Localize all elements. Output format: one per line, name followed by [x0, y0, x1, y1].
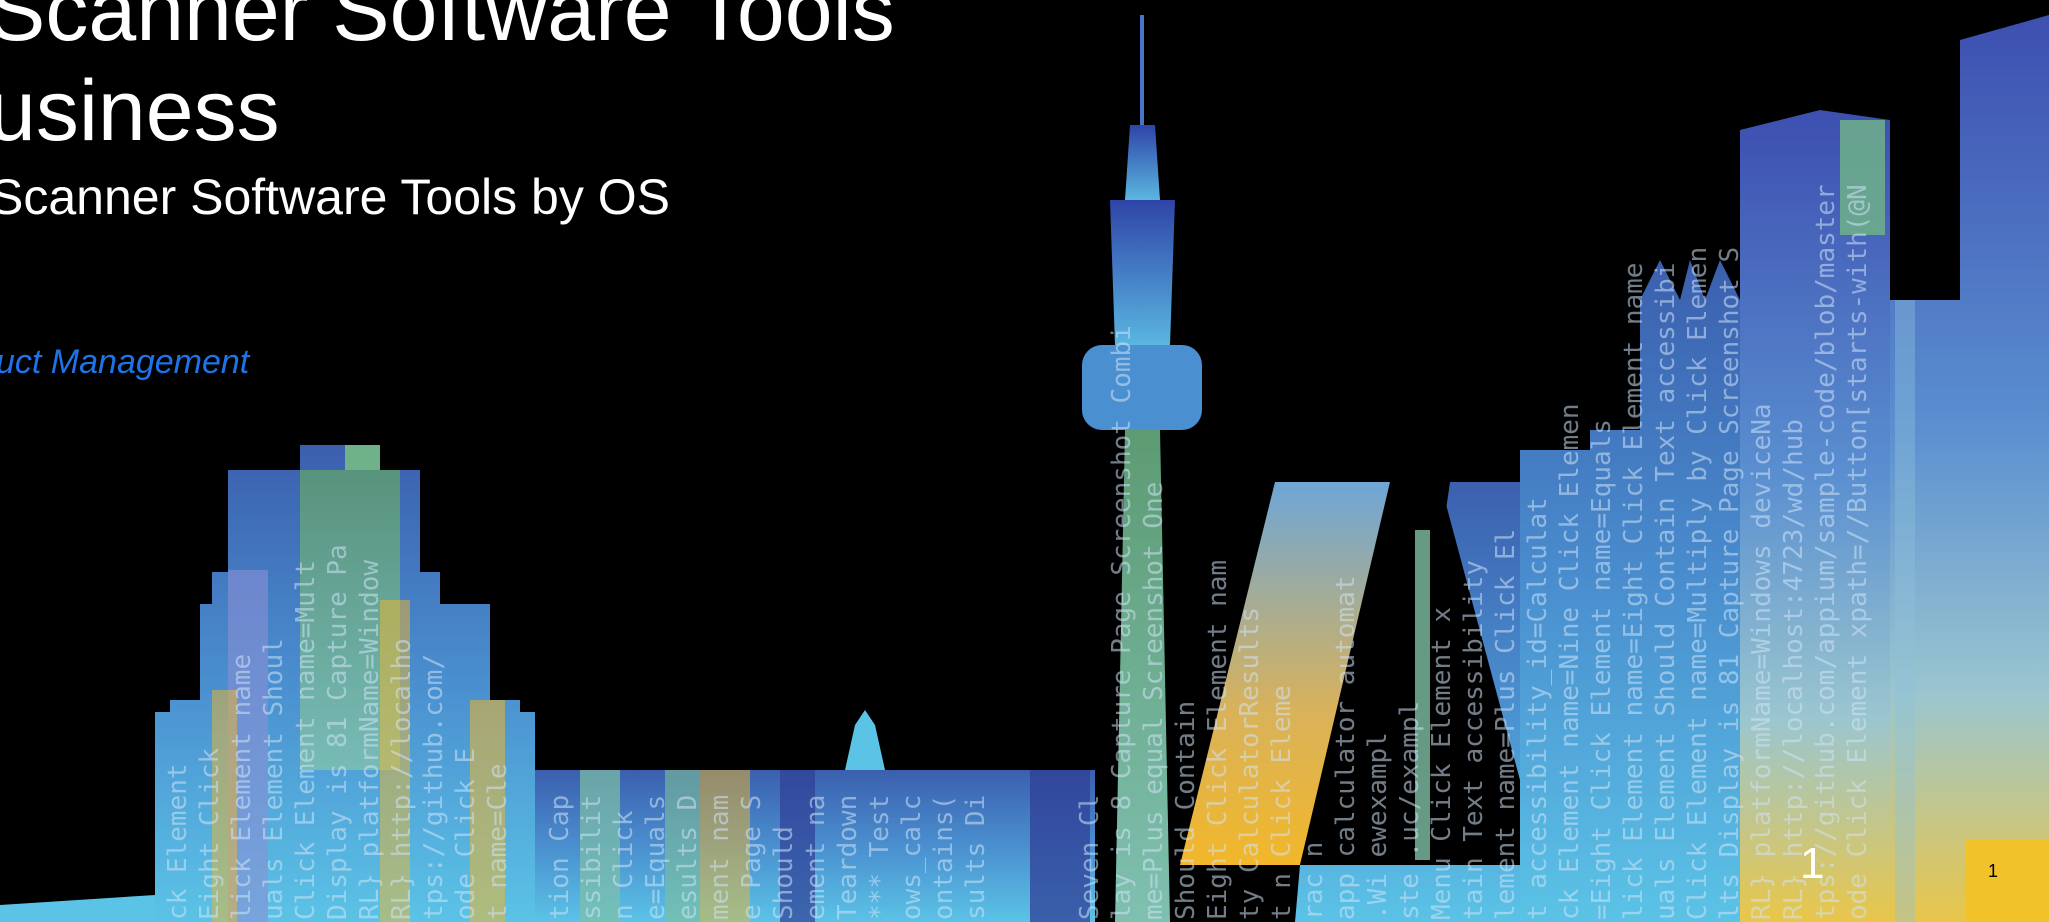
code-column: sults Di — [961, 795, 991, 920]
code-column: e Page S — [737, 795, 767, 920]
code-column: RL} platformName=Windows deviceNa — [1747, 403, 1777, 920]
code-column: ty CalculatorResults — [1235, 607, 1265, 920]
code-column: lts Display is 81 Capture Page Screensho… — [1715, 247, 1745, 920]
page-number: 1 — [1800, 839, 1825, 888]
code-column: lay is 8 Capture Page Screenshot Combi — [1107, 325, 1137, 920]
code-column: *** Test — [865, 795, 895, 920]
code-column: uals Element Should Contain Text accessi… — [1651, 263, 1681, 920]
code-column: RL} http://localho — [387, 638, 417, 920]
code-column: ste .uc/exampl — [1395, 701, 1425, 920]
code-column: ement na — [801, 795, 831, 920]
code-column: t accessibility_id=Calculat — [1523, 497, 1553, 920]
code-column: ment nam — [705, 795, 735, 920]
code-column: =Eight Click Element name=Equals — [1587, 419, 1617, 920]
slide-title-line-1: Scanner Software Tools — [0, 0, 895, 59]
code-column: .Wi ewexampl — [1363, 732, 1393, 920]
code-column: Eight Click — [195, 747, 225, 920]
code-column: t name=Cle — [483, 763, 513, 920]
code-column: Teardown — [833, 795, 863, 920]
code-column: ontains( — [929, 795, 959, 920]
code-column: me=Plus equal Screenshot One — [1139, 482, 1169, 920]
code-column: Click Element name=Multiply by Click Ele… — [1683, 247, 1713, 920]
code-column: t n Click Eleme — [1267, 685, 1297, 920]
code-column: RL} platformName=Window — [355, 560, 385, 920]
code-column: uals Element Shoul — [259, 638, 289, 920]
code-column: n Click — [609, 810, 639, 920]
code-column: Display is 81 Capture Pa — [323, 544, 353, 920]
code-column: ck Element name=Nine Click Elemen — [1555, 403, 1585, 920]
code-column: Click Element name=Mult — [291, 560, 321, 920]
code-column: ows_calc — [897, 795, 927, 920]
code-column: ck Element — [163, 763, 193, 920]
code-column: tion Cap — [545, 795, 575, 920]
code-column: ode Click E — [451, 748, 481, 920]
slide-subtitle: Scanner Software Tools by OS — [0, 169, 670, 225]
code-column: Eight Click Element nam — [1203, 560, 1233, 920]
page-number-small: 1 — [1988, 861, 1999, 881]
code-column: app calculator automat — [1331, 576, 1361, 920]
code-column: esults D — [673, 795, 703, 920]
code-column: tps://github.com/appium/sample-code/blob… — [1811, 184, 1841, 920]
code-column: e=Equals — [641, 795, 671, 920]
city-skyline-graphic: ck Element Eight Click lick Element name… — [0, 15, 2049, 922]
code-column: ode Click Element xpath=//Button[starts-… — [1843, 184, 1873, 920]
code-column: ssibilit — [577, 795, 607, 920]
code-column: Menu Click Element x — [1427, 607, 1457, 920]
code-column: rac n — [1299, 842, 1329, 920]
code-column: tps://github.com/ — [419, 654, 449, 920]
code-column: lick Element name — [227, 654, 257, 920]
slide-title-line-2: usiness — [0, 63, 280, 159]
code-column: lick Element name=Eight Click Element na… — [1619, 263, 1649, 920]
code-column: tain Text accessibility — [1459, 560, 1489, 920]
code-column: Seven Cl — [1075, 795, 1105, 920]
code-column: Should Contain — [1171, 701, 1201, 920]
code-column: Should — [769, 826, 799, 920]
department-label: uct Management — [0, 343, 250, 381]
code-column: lement name=Plus Click El — [1491, 529, 1521, 920]
presentation-slide: ck Element Eight Click lick Element name… — [0, 0, 2049, 922]
